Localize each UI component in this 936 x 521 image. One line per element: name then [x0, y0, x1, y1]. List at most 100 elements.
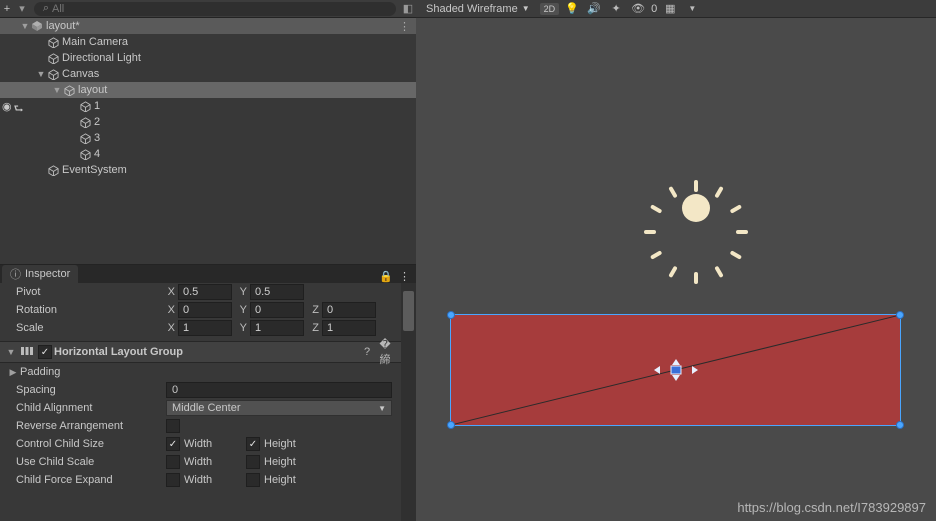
padding-row[interactable]: Padding: [0, 363, 416, 381]
lighting-icon[interactable]: 💡: [563, 2, 581, 15]
hierarchy-item-label: Canvas: [60, 68, 99, 80]
foldout-icon[interactable]: [20, 21, 30, 31]
gameobject-icon: [46, 53, 60, 64]
component-header[interactable]: ✓ Horizontal Layout Group ? �締 ⋮: [0, 341, 416, 363]
create-dropdown-caret[interactable]: ▾: [14, 2, 30, 15]
scale-x-input[interactable]: [178, 320, 232, 336]
component-enable-checkbox[interactable]: ✓: [38, 345, 52, 359]
inspector-tab-label: Inspector: [25, 268, 70, 280]
grid-icon[interactable]: ▦: [661, 2, 679, 15]
hierarchy-item-label: 1: [92, 100, 100, 112]
info-icon: ⓘ: [10, 266, 21, 282]
inspector-tab[interactable]: ⓘ Inspector: [2, 265, 78, 283]
fx-icon[interactable]: ✦: [607, 2, 625, 15]
rect-move-gizmo[interactable]: [654, 359, 698, 381]
hierarchy-item-label: 3: [92, 132, 100, 144]
hierarchy-item[interactable]: Canvas: [0, 66, 416, 82]
hierarchy-item-label: Directional Light: [60, 52, 141, 64]
hierarchy-toolbar: + ▾ ⌕ ◧: [0, 0, 416, 18]
shading-mode-dropdown[interactable]: Shaded Wireframe ▼: [420, 1, 536, 17]
reverse-arrangement-checkbox[interactable]: [166, 419, 180, 433]
hierarchy-item[interactable]: EventSystem: [0, 162, 416, 178]
hierarchy-item[interactable]: Main Camera: [0, 34, 416, 50]
scene-toolbar: Shaded Wireframe ▼ 2D 💡 🔊 ✦ 👁 0 ▦ ▼: [416, 0, 936, 18]
gameobject-icon: [46, 165, 60, 176]
hierarchy-item[interactable]: 4: [0, 146, 416, 162]
rotation-y-input[interactable]: [250, 302, 304, 318]
scale-row: Scale X Y Z: [0, 319, 416, 337]
rect-handle-tr[interactable]: [896, 311, 904, 319]
scene-view[interactable]: https://blog.csdn.net/I783929897: [416, 18, 936, 521]
rotation-x-input[interactable]: [178, 302, 232, 318]
scene-row[interactable]: layout* ⋮: [0, 18, 416, 34]
inspector-menu-icon[interactable]: ⋮: [399, 270, 410, 283]
padding-label: Padding: [20, 366, 160, 378]
toggle-2d-button[interactable]: 2D: [540, 3, 560, 15]
pivot-x-input[interactable]: [178, 284, 232, 300]
rotation-label: Rotation: [16, 304, 166, 316]
scale-label: Scale: [16, 322, 166, 334]
search-icon: ⌕: [40, 2, 52, 15]
hidden-count: 0: [651, 3, 657, 15]
hierarchy-item-label: 2: [92, 116, 100, 128]
hierarchy-scene-icon[interactable]: ◧: [400, 2, 416, 15]
hierarchy-item[interactable]: layout: [0, 82, 416, 98]
spacing-label: Spacing: [16, 384, 166, 396]
inspector-tabbar: ⓘ Inspector 🔒 ⋮: [0, 265, 416, 283]
child-force-expand-label: Child Force Expand: [16, 474, 166, 486]
control-width-checkbox[interactable]: ✓: [166, 437, 180, 451]
hierarchy-item-label: layout: [76, 84, 107, 96]
pivot-label: Pivot: [16, 286, 166, 298]
spacing-input[interactable]: 0: [166, 382, 392, 398]
pivot-y-input[interactable]: [250, 284, 304, 300]
reverse-arrangement-label: Reverse Arrangement: [16, 420, 166, 432]
force-expand-height-checkbox[interactable]: [246, 473, 260, 487]
visibility-icon[interactable]: ◉: [2, 100, 12, 119]
foldout-icon[interactable]: [36, 69, 46, 79]
create-dropdown[interactable]: +: [0, 3, 14, 15]
hierarchy-item-label: 4: [92, 148, 100, 160]
spacing-row: Spacing 0: [0, 381, 416, 399]
preset-icon[interactable]: �締: [378, 338, 392, 367]
scene-menu-button[interactable]: ⋮: [399, 20, 410, 33]
visibility-pickability-icons[interactable]: ◉ ⮑: [2, 100, 24, 119]
use-scale-width-checkbox[interactable]: [166, 455, 180, 469]
pickability-icon[interactable]: ⮑: [14, 100, 24, 119]
selected-rect[interactable]: [450, 314, 901, 426]
audio-icon[interactable]: 🔊: [585, 2, 603, 15]
help-icon[interactable]: ?: [360, 346, 374, 358]
hierarchy-item[interactable]: 3: [0, 130, 416, 146]
control-height-checkbox[interactable]: ✓: [246, 437, 260, 451]
hidden-objects-icon[interactable]: 👁: [629, 2, 647, 15]
child-alignment-label: Child Alignment: [16, 402, 166, 414]
directional-light-gizmo[interactable]: [666, 178, 726, 238]
scrollbar-thumb[interactable]: [403, 291, 414, 331]
scale-z-input[interactable]: [322, 320, 376, 336]
control-child-size-label: Control Child Size: [16, 438, 166, 450]
gameobject-icon: [78, 133, 92, 144]
hierarchy-search-input[interactable]: [52, 3, 390, 15]
chevron-down-icon[interactable]: ▼: [683, 4, 701, 13]
hierarchy-item[interactable]: 1: [0, 98, 416, 114]
chevron-down-icon: ▼: [378, 404, 386, 413]
child-force-expand-row: Child Force Expand Width Height: [0, 471, 416, 489]
force-expand-width-checkbox[interactable]: [166, 473, 180, 487]
hierarchy-item[interactable]: 2: [0, 114, 416, 130]
scale-y-input[interactable]: [250, 320, 304, 336]
rect-handle-bl[interactable]: [447, 421, 455, 429]
inspector-scrollbar[interactable]: [401, 283, 416, 521]
foldout-icon[interactable]: [6, 347, 16, 357]
hierarchy-item[interactable]: Directional Light: [0, 50, 416, 66]
rotation-z-input[interactable]: [322, 302, 376, 318]
rect-handle-tl[interactable]: [447, 311, 455, 319]
hierarchy-search[interactable]: ⌕: [34, 2, 396, 16]
foldout-icon[interactable]: [8, 367, 18, 378]
rotation-row: Rotation X Y Z: [0, 301, 416, 319]
foldout-icon[interactable]: [52, 85, 62, 95]
lock-icon[interactable]: 🔒: [379, 270, 393, 283]
use-scale-height-checkbox[interactable]: [246, 455, 260, 469]
child-alignment-select[interactable]: Middle Center ▼: [166, 400, 392, 416]
rect-handle-br[interactable]: [896, 421, 904, 429]
watermark-text: https://blog.csdn.net/I783929897: [737, 500, 926, 515]
hierarchy-item-label: Main Camera: [60, 36, 128, 48]
